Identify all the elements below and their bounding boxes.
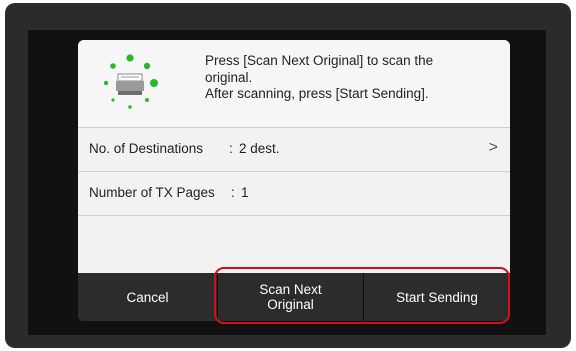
tx-pages-value: 1 <box>241 185 249 200</box>
button-bar: Cancel Scan Next Original Start Sending <box>78 273 510 321</box>
start-sending-label: Start Sending <box>396 289 478 305</box>
scan-next-original-button[interactable]: Scan Next Original <box>218 273 364 321</box>
message-line: original. <box>205 69 253 85</box>
separator: : <box>229 141 233 156</box>
start-sending-button[interactable]: Start Sending <box>364 273 510 321</box>
chevron-right-icon: > <box>488 139 498 156</box>
cancel-label: Cancel <box>126 289 169 305</box>
destinations-label: No. of Destinations <box>89 141 204 156</box>
empty-area <box>78 216 510 273</box>
dialog-header: Press [Scan Next Original] to scan the o… <box>78 40 510 128</box>
destinations-row[interactable]: No. of Destinations : 2 dest. > <box>78 128 510 172</box>
separator: : <box>231 185 235 200</box>
tx-pages-row: Number of TX Pages : 1 <box>78 172 510 216</box>
device-screen: Press [Scan Next Original] to scan the o… <box>28 30 546 335</box>
tx-pages-label: Number of TX Pages <box>89 185 215 200</box>
message-line: Press [Scan Next Original] to scan the <box>205 53 434 68</box>
message-line: After scanning, press [Start Sending]. <box>205 86 429 101</box>
scanner-icon <box>98 50 162 116</box>
scan-dialog: Press [Scan Next Original] to scan the o… <box>78 40 510 321</box>
instruction-message: Press [Scan Next Original] to scan the o… <box>205 53 495 103</box>
destinations-value: 2 dest. <box>239 141 280 156</box>
scan-next-label: Scan Next Original <box>259 282 322 312</box>
cancel-button[interactable]: Cancel <box>78 273 218 321</box>
